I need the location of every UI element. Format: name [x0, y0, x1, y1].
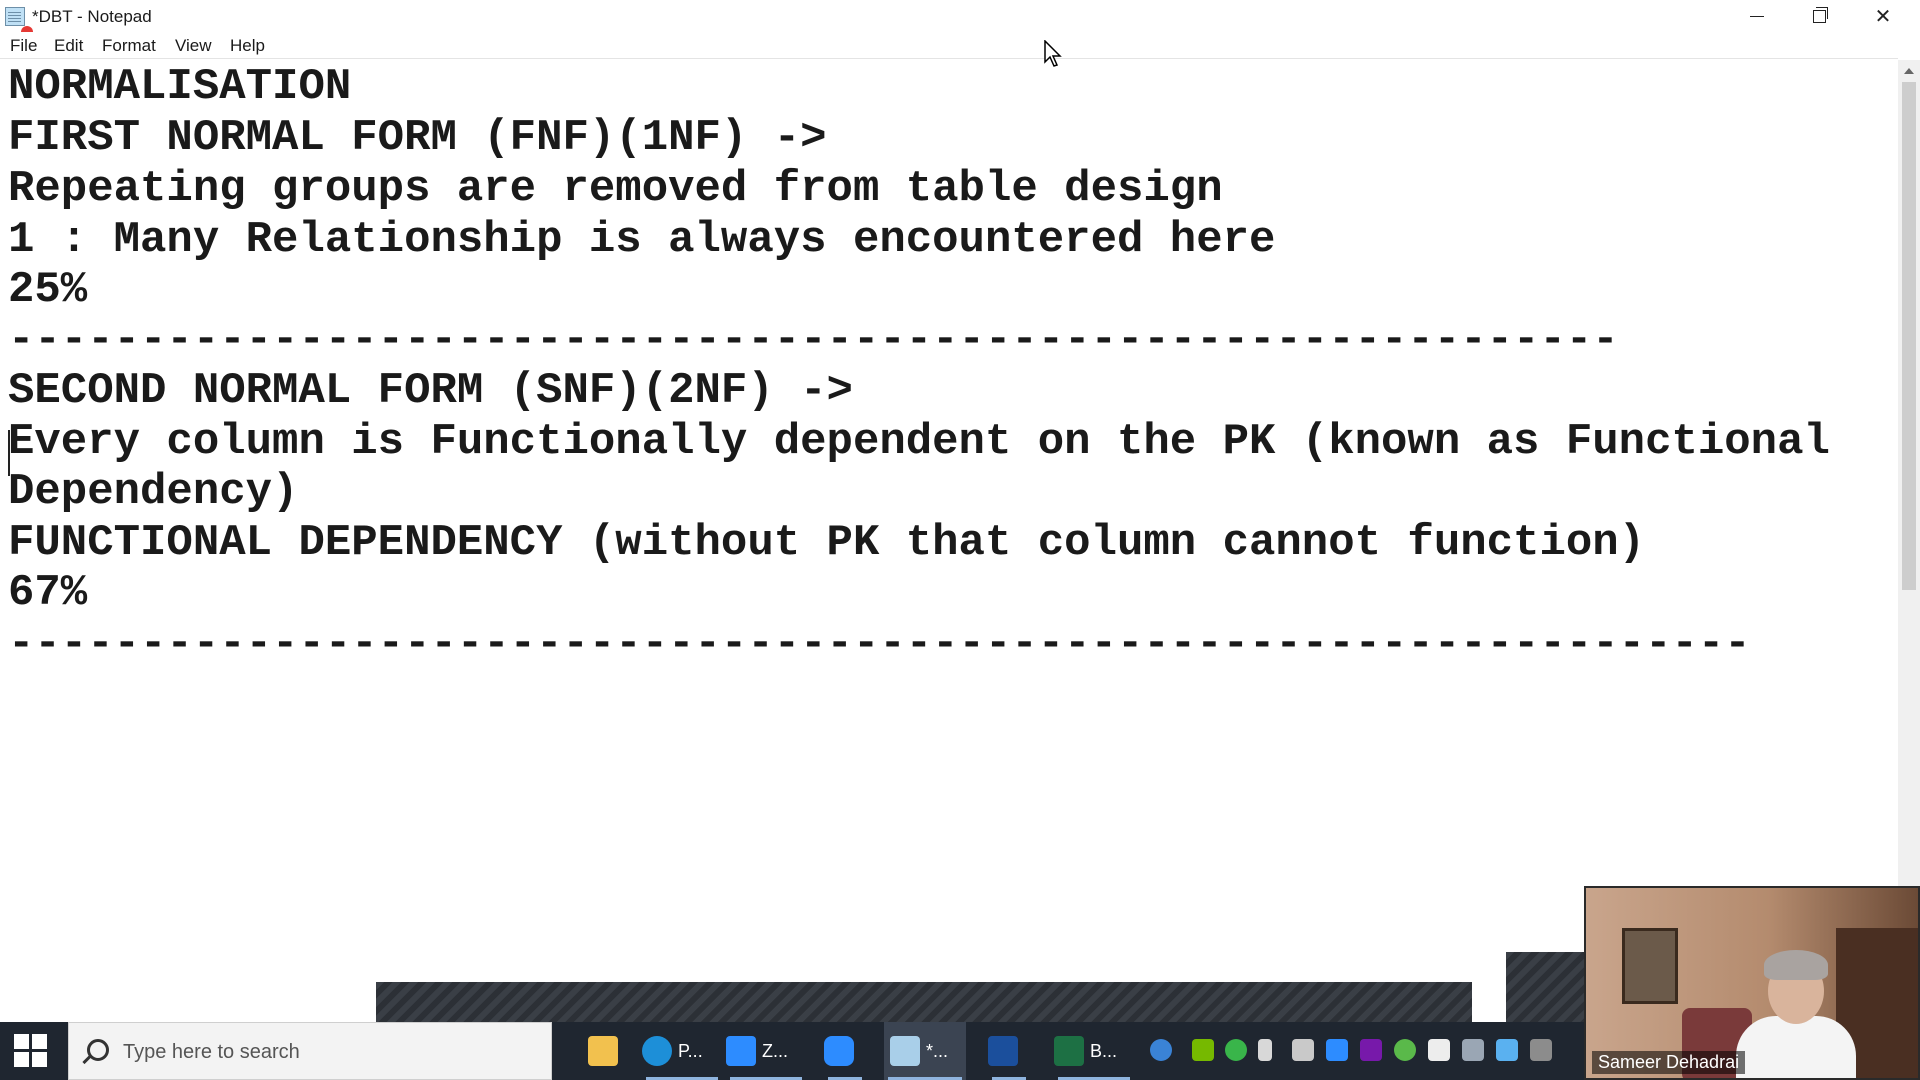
editor-line: FUNCTIONAL DEPENDENCY (without PK that c… — [8, 518, 1646, 568]
taskbar-excel[interactable]: B... — [1054, 1022, 1134, 1080]
editor-line: Every column is Functionally dependent o… — [8, 417, 1830, 467]
wall-picture — [1622, 928, 1678, 1004]
menu-format[interactable]: Format — [102, 36, 156, 56]
participant-name: Sameer Dehadrai — [1592, 1051, 1746, 1074]
editor-line: 1 : Many Relationship is always encounte… — [8, 215, 1276, 265]
window-title: *DBT - Notepad — [32, 7, 152, 26]
security-check-icon[interactable] — [1225, 1039, 1247, 1061]
restore-icon — [1812, 6, 1828, 23]
person-body — [1736, 1016, 1856, 1078]
restore-button[interactable] — [1788, 0, 1850, 32]
text-editor[interactable]: NORMALISATION FIRST NORMAL FORM (FNF)(1N… — [0, 60, 1898, 1022]
scrollbar-thumb[interactable] — [1902, 82, 1916, 590]
microphone-icon[interactable] — [1258, 1039, 1272, 1061]
snowflake-icon[interactable] — [1496, 1039, 1518, 1061]
whiteboard-icon — [988, 1036, 1018, 1066]
zoom-meeting-icon — [824, 1036, 854, 1066]
file-explorer-icon — [588, 1036, 618, 1066]
nvidia-icon[interactable] — [1192, 1039, 1214, 1061]
onenote-icon[interactable] — [1360, 1039, 1382, 1061]
editor-line: Repeating groups are removed from table … — [8, 164, 1223, 214]
editor-line: ----------------------------------------… — [8, 619, 1751, 669]
taskbar-item-label: B... — [1090, 1040, 1118, 1061]
mouse-cursor-icon — [1044, 40, 1062, 67]
help-icon[interactable] — [1150, 1039, 1172, 1061]
background-window-strip — [1506, 952, 1586, 1024]
editor-line: 67% — [8, 568, 88, 618]
minimize-icon — [1750, 15, 1764, 17]
close-button[interactable]: ✕ — [1852, 0, 1914, 32]
menu-bar: File Edit Format View Help — [0, 32, 1920, 58]
taskbar-zoom[interactable]: Z... — [726, 1022, 806, 1080]
tablet-icon[interactable] — [1530, 1039, 1552, 1061]
editor-line: 25% — [8, 265, 88, 315]
start-button[interactable] — [14, 1034, 48, 1068]
taskbar-whiteboard[interactable] — [988, 1022, 1030, 1080]
zoom-tray-icon[interactable] — [1326, 1039, 1348, 1061]
webcam-video[interactable]: Sameer Dehadrai — [1584, 886, 1920, 1080]
menu-file[interactable]: File — [10, 36, 37, 56]
menu-help[interactable]: Help — [230, 36, 265, 56]
search-placeholder: Type here to search — [123, 1041, 300, 1063]
minimize-button[interactable] — [1726, 0, 1788, 32]
editor-line: SECOND NORMAL FORM (SNF)(2NF) -> — [8, 366, 853, 416]
taskbar-search[interactable]: Type here to search — [68, 1022, 552, 1080]
text-caret — [8, 430, 10, 476]
zoom-icon — [726, 1036, 756, 1066]
taskbar-notepad[interactable]: *... — [884, 1022, 966, 1080]
taskbar-item-label: P... — [678, 1040, 703, 1061]
wifi-icon[interactable] — [1462, 1039, 1484, 1061]
search-icon — [87, 1039, 109, 1061]
menu-divider — [0, 58, 1898, 59]
notepad-icon — [890, 1036, 920, 1066]
title-bar: *DBT - Notepad ✕ — [0, 0, 1920, 38]
taskbar-file-explorer[interactable] — [588, 1022, 630, 1080]
editor-line: ----------------------------------------… — [8, 315, 1619, 365]
edge-icon — [642, 1036, 672, 1066]
vertical-scrollbar[interactable] — [1898, 60, 1920, 1022]
utorrent-icon[interactable] — [1394, 1039, 1416, 1061]
taskbar-edge[interactable]: P... — [642, 1022, 722, 1080]
notepad-app-icon[interactable] — [5, 6, 33, 38]
taskbar-zoom-meeting[interactable] — [824, 1022, 866, 1080]
excel-icon — [1054, 1036, 1084, 1066]
scroll-up-icon[interactable] — [1904, 68, 1914, 74]
editor-line: Dependency) — [8, 467, 299, 517]
shield-icon[interactable] — [1428, 1039, 1450, 1061]
close-icon: ✕ — [1874, 5, 1892, 28]
taskbar-item-label: *... — [926, 1040, 949, 1061]
menu-edit[interactable]: Edit — [54, 36, 83, 56]
battery-icon[interactable] — [1292, 1039, 1314, 1061]
menu-view[interactable]: View — [175, 36, 212, 56]
person-hair — [1764, 950, 1828, 980]
editor-line: NORMALISATION — [8, 62, 352, 112]
taskbar-item-label: Z... — [762, 1040, 788, 1061]
background-window-strip — [376, 982, 1472, 1024]
editor-line: FIRST NORMAL FORM (FNF)(1NF) -> — [8, 113, 827, 163]
